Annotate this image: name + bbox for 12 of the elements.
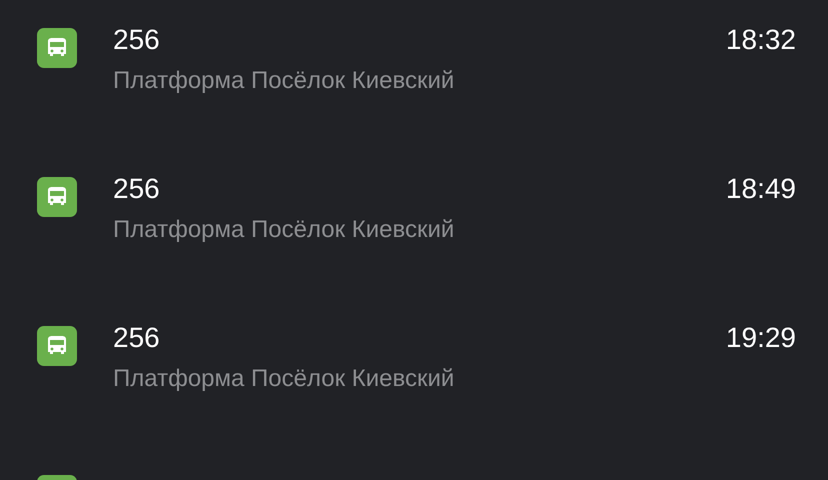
route-number: 256	[113, 172, 160, 206]
departure-time: 18:32	[726, 23, 796, 57]
bus-icon	[37, 326, 77, 366]
bus-icon	[37, 28, 77, 68]
departure-time: 19:29	[726, 321, 796, 355]
stop-name: Платформа Посёлок Киевский	[113, 215, 454, 245]
route-number: 256	[113, 321, 160, 355]
stop-name: Платформа Посёлок Киевский	[113, 364, 454, 394]
stop-name: Платформа Посёлок Киевский	[113, 66, 454, 96]
bus-icon	[37, 177, 77, 217]
departure-time: 18:49	[726, 172, 796, 206]
route-number: 256	[113, 23, 160, 57]
